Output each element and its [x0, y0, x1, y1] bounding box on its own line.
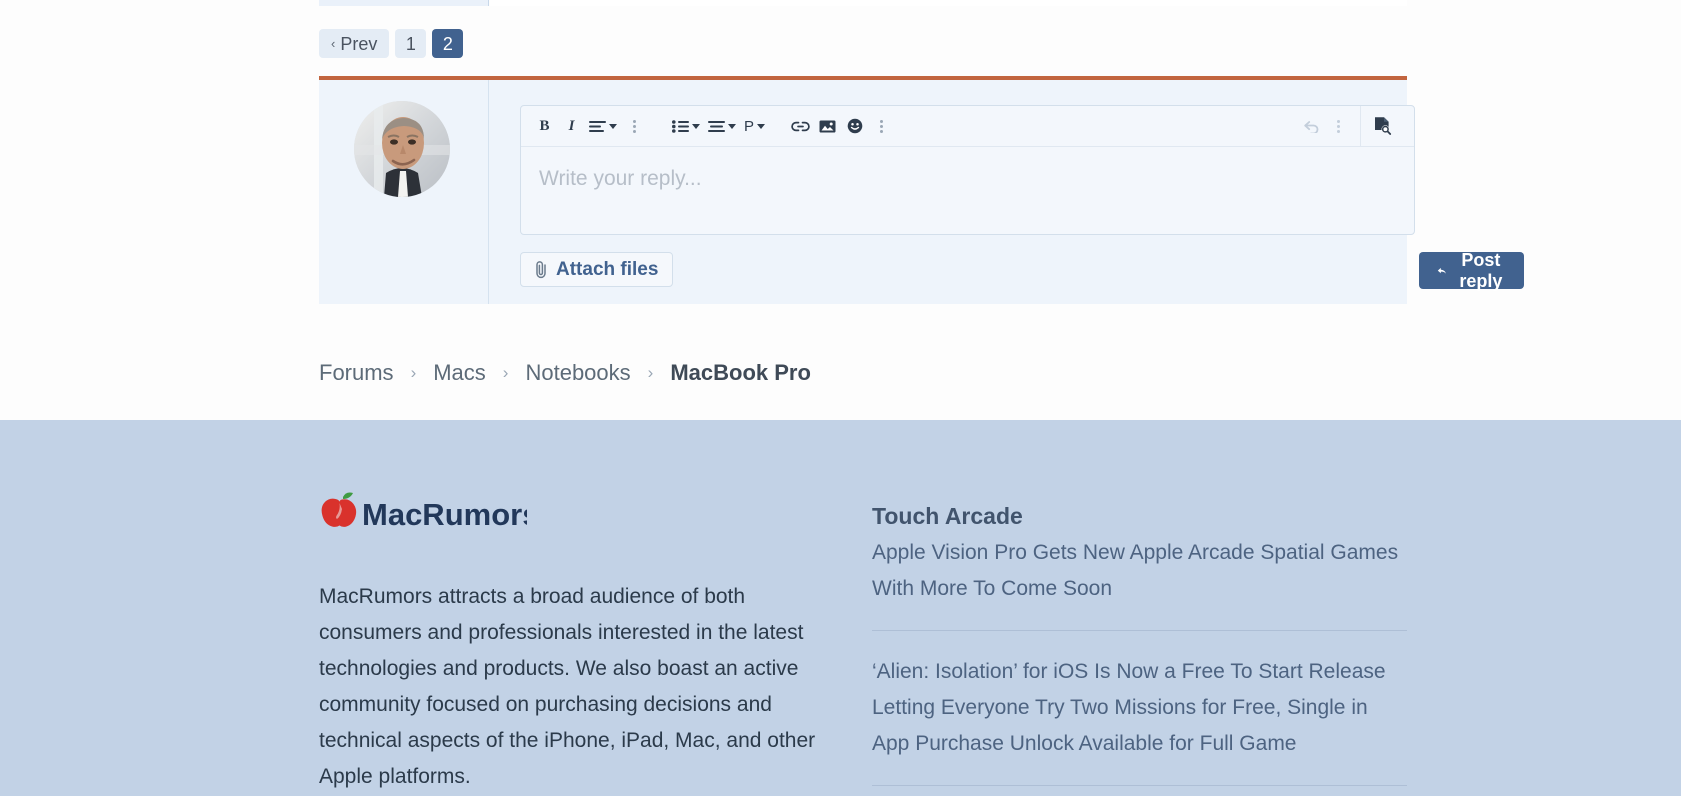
preview-icon[interactable]: [1361, 106, 1404, 147]
macrumors-logo[interactable]: MacRumors: [319, 492, 527, 534]
chevron-down-icon: [728, 123, 736, 129]
text-format-icon[interactable]: [585, 113, 621, 140]
about-text: MacRumors attracts a broad audience of b…: [319, 585, 816, 788]
attach-files-button[interactable]: Attach files: [520, 252, 674, 287]
reply-placeholder: Write your reply...: [539, 167, 702, 190]
breadcrumb-item-macbook-pro: MacBook Pro: [670, 360, 811, 385]
italic-icon[interactable]: I: [558, 113, 585, 140]
quick-reply-avatar-column: [319, 80, 489, 304]
touch-arcade-heading: Touch Arcade: [872, 503, 1023, 529]
list-item[interactable]: Apple Vision Pro Gets New Apple Arcade S…: [872, 535, 1407, 631]
more-text-options-icon[interactable]: [621, 113, 648, 140]
unordered-list-icon[interactable]: [668, 113, 704, 140]
pagination-page-2[interactable]: 2: [432, 29, 464, 58]
previous-post-fragment: [319, 0, 489, 6]
more-options-icon[interactable]: [1325, 113, 1352, 140]
forum-page: ‹ Prev 1 2 B I P Write your reply... Att…: [0, 0, 1681, 796]
breadcrumb-item-notebooks[interactable]: Notebooks: [525, 360, 630, 386]
chevron-right-icon: ›: [647, 363, 654, 382]
quick-reply-box: B I P Write your reply... Attach files P…: [319, 76, 1525, 304]
pagination-page-1[interactable]: 1: [395, 29, 427, 58]
align-icon[interactable]: [704, 113, 740, 140]
pagination-prev-label: Prev: [340, 33, 378, 54]
attach-files-label: Attach files: [556, 258, 659, 280]
svg-text:MacRumors: MacRumors: [362, 497, 527, 532]
pagination-prev-button[interactable]: ‹ Prev: [319, 29, 390, 58]
image-icon[interactable]: [814, 113, 841, 140]
paragraph-format-icon[interactable]: P: [740, 113, 769, 140]
more-insert-options-icon[interactable]: [868, 113, 895, 140]
breadcrumb-item-macs[interactable]: Macs: [433, 360, 486, 386]
list-item[interactable]: ‘Alien: Isolation’ for iOS Is Now a Free…: [872, 654, 1407, 786]
chevron-down-icon: [757, 123, 766, 129]
link-icon[interactable]: [787, 113, 814, 140]
bold-label: B: [539, 117, 550, 134]
paperclip-icon: [536, 261, 546, 279]
post-reply-button[interactable]: Post reply: [1419, 249, 1525, 291]
chevron-right-icon: ›: [502, 363, 509, 382]
post-reply-label: Post reply: [1459, 249, 1503, 291]
editor-toolbar: B I P: [521, 105, 1414, 147]
paragraph-label: P: [744, 117, 755, 135]
touch-arcade-list: Apple Vision Pro Gets New Apple Arcade S…: [872, 535, 1407, 796]
quick-reply-main: B I P Write your reply... Attach files P…: [489, 80, 1525, 304]
bold-icon[interactable]: B: [531, 113, 558, 140]
emoji-icon[interactable]: [841, 113, 868, 140]
avatar[interactable]: [354, 101, 450, 197]
chevron-right-icon: ›: [410, 363, 417, 382]
chevron-left-icon: ‹: [331, 36, 336, 51]
breadcrumb-item-forums[interactable]: Forums: [319, 360, 394, 386]
chevron-down-icon: [609, 123, 617, 129]
previous-post-body-fragment: [490, 0, 1407, 6]
chevron-down-icon: [692, 123, 700, 129]
undo-icon[interactable]: [1298, 113, 1325, 140]
reply-editor: B I P Write your reply...: [520, 105, 1415, 235]
breadcrumb: Forums › Macs › Notebooks › MacBook Pro: [319, 360, 811, 386]
site-footer: [0, 420, 1681, 796]
reply-arrow-icon: [1437, 267, 1446, 274]
italic-label: I: [568, 117, 575, 134]
reply-textarea[interactable]: Write your reply...: [521, 147, 1414, 235]
pagination: ‹ Prev 1 2: [319, 29, 464, 58]
